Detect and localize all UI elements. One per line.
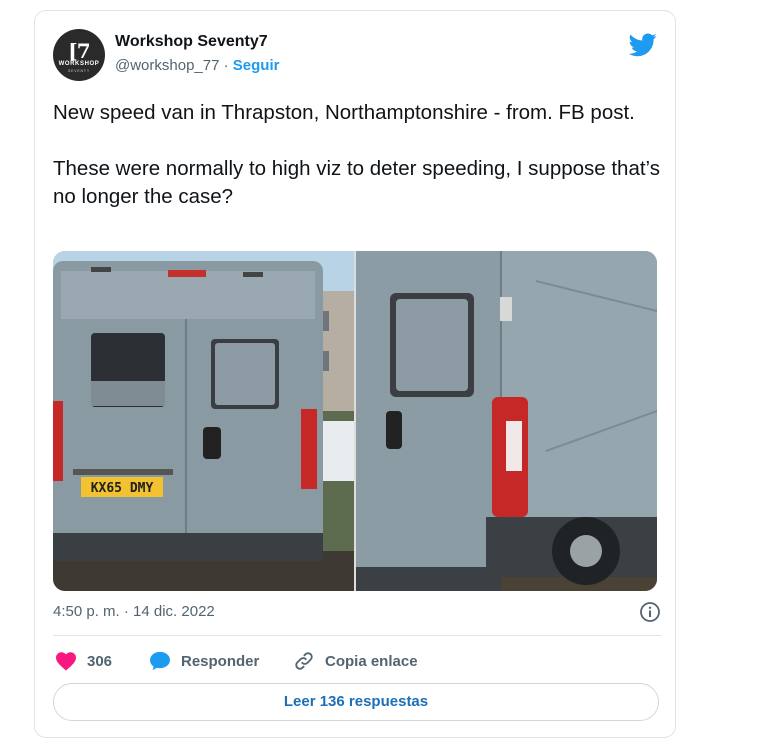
- link-icon: [295, 652, 313, 670]
- handle-separator: ·: [223, 57, 229, 74]
- heart-icon: [56, 652, 76, 671]
- like-button[interactable]: 306: [55, 647, 112, 675]
- author-handle-row: @workshop_77 · Seguir: [115, 57, 279, 74]
- speech-bubble-icon: [150, 651, 170, 671]
- like-count: 306: [87, 652, 113, 670]
- tweet-timestamp[interactable]: 4:50 p. m. · 14 dic. 2022: [53, 603, 215, 620]
- timestamp-row: 4:50 p. m. · 14 dic. 2022: [53, 601, 661, 627]
- divider: [53, 635, 661, 636]
- reply-button[interactable]: Responder: [149, 647, 259, 675]
- author-display-name[interactable]: Workshop Seventy7: [115, 33, 268, 51]
- copy-link-button[interactable]: Copia enlace: [293, 647, 418, 675]
- read-replies-button[interactable]: Leer 136 respuestas: [53, 683, 659, 721]
- van-side-photo[interactable]: [356, 251, 657, 591]
- tweet-media: KX65 DMY: [53, 251, 657, 591]
- twitter-bird-icon[interactable]: [629, 33, 657, 57]
- avatar-logo-mark: [7: [68, 39, 90, 63]
- van-rear-photo[interactable]: KX65 DMY: [53, 251, 354, 591]
- tweet-text: New speed van in Thrapston, Northamptons…: [53, 101, 660, 208]
- author-handle[interactable]: @workshop_77: [115, 57, 219, 74]
- copy-link-label: Copia enlace: [325, 652, 418, 670]
- tweet-header: [7 WORKSHOP SEVENTY Workshop Seventy7 @w…: [53, 27, 659, 89]
- follow-link[interactable]: Seguir: [233, 57, 280, 74]
- info-icon[interactable]: [639, 601, 661, 623]
- avatar[interactable]: [7 WORKSHOP SEVENTY: [53, 29, 105, 81]
- license-plate: KX65 DMY: [91, 481, 154, 496]
- avatar-logo-subtext: SEVENTY: [68, 69, 90, 73]
- tweet-actions: 306 Responder Copia enlace: [53, 647, 661, 675]
- tweet-card: [7 WORKSHOP SEVENTY Workshop Seventy7 @w…: [34, 10, 676, 738]
- reply-label: Responder: [181, 652, 260, 670]
- avatar-logo-text: WORKSHOP: [58, 61, 100, 67]
